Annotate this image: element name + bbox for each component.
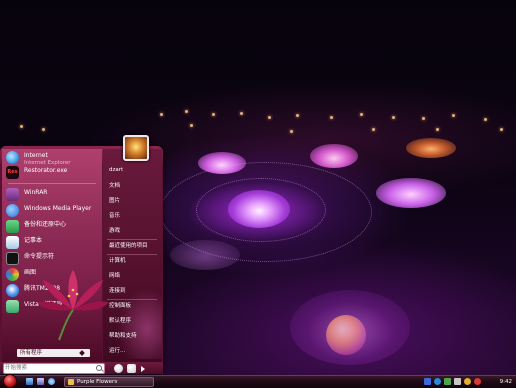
taskbar-window-title: Purple Flowers	[77, 379, 118, 385]
start-search-box[interactable]	[3, 363, 105, 374]
wallpaper-glow-dot	[42, 128, 45, 131]
taskbar-window-button[interactable]: Purple Flowers	[64, 377, 154, 387]
place-link-network[interactable]: 网络	[109, 270, 159, 282]
help-icon[interactable]	[434, 378, 441, 385]
all-programs-button[interactable]: 所有程序	[17, 349, 90, 357]
search-input[interactable]	[5, 364, 91, 373]
wallpaper-glow-dot	[392, 116, 395, 119]
wallpaper-glow-dot	[212, 113, 215, 116]
ie-quicklaunch-icon[interactable]	[48, 378, 55, 385]
wallpaper-glow-dot	[484, 118, 487, 121]
power-icon[interactable]	[114, 364, 123, 373]
program-item-winrar[interactable]: WinRAR	[4, 187, 100, 202]
taskbar: Purple Flowers 9:42	[0, 374, 516, 388]
security-icon[interactable]	[464, 378, 471, 385]
place-link-control-panel[interactable]: 控制面板	[109, 300, 159, 312]
wallpaper-glow-dot	[160, 113, 163, 116]
wallpaper-glow-dot	[452, 114, 455, 117]
shutdown-options-arrow-icon[interactable]	[141, 366, 145, 372]
notepad-icon	[6, 236, 19, 249]
place-link-documents[interactable]: 文档	[109, 180, 159, 192]
wallpaper-glow-dot	[20, 125, 23, 128]
wallpaper-glow-dot	[185, 110, 188, 113]
antivirus-icon[interactable]	[474, 378, 481, 385]
pinned-item-label: Internet	[24, 152, 48, 159]
wallpaper-glow-dot	[360, 113, 363, 116]
place-link-music[interactable]: 音乐	[109, 210, 159, 222]
all-programs-label: 所有程序	[20, 350, 43, 356]
start-menu-divider	[8, 183, 96, 184]
wallpaper-flower-bottom	[290, 290, 410, 365]
program-item-label: Windows Media Player	[24, 205, 92, 212]
place-link-connect[interactable]: 连接到	[109, 285, 159, 297]
system-tray: 9:42	[420, 376, 516, 388]
folder-icon	[68, 379, 74, 385]
volume-icon[interactable]	[454, 378, 461, 385]
restore-icon	[6, 300, 19, 313]
wallpaper-flower-orange	[406, 138, 456, 158]
user-picture[interactable]	[123, 135, 149, 161]
lock-icon[interactable]	[127, 364, 136, 373]
wallpaper-glow-dot	[268, 116, 271, 119]
wallpaper-glow-dot	[290, 130, 293, 133]
program-item-label: 记事本	[24, 237, 43, 244]
place-link-run[interactable]: 运行...	[109, 345, 159, 357]
program-item-cmd[interactable]: 命令提示符	[4, 251, 100, 266]
cmd-icon	[6, 252, 19, 265]
wallpaper-ring-outer	[160, 162, 372, 262]
search-icon[interactable]	[96, 365, 102, 371]
program-item-label: WinRAR	[24, 189, 48, 196]
clock[interactable]: 9:42	[500, 376, 512, 388]
arrow-icon	[79, 350, 85, 356]
winrar-icon	[6, 188, 19, 201]
program-item-label: 命令提示符	[24, 253, 55, 260]
wallpaper-glow-dot	[296, 114, 299, 117]
place-link-pictures[interactable]: 图片	[109, 195, 159, 207]
place-link-user[interactable]: dzart	[109, 164, 159, 176]
wallpaper-glow-dot	[240, 112, 243, 115]
switch-windows-icon[interactable]	[37, 378, 44, 385]
network-icon[interactable]	[444, 378, 451, 385]
wallpaper-glow-dot	[422, 117, 425, 120]
program-item-label: 备份和还原中心	[24, 221, 67, 228]
ie-icon	[6, 151, 19, 164]
place-link-help[interactable]: 帮助和支持	[109, 330, 159, 342]
place-link-computer[interactable]: 计算机	[109, 255, 159, 267]
tm-icon	[6, 284, 19, 297]
wallpaper-flower-right	[376, 178, 446, 208]
place-link-default-programs[interactable]: 默认程序	[109, 315, 159, 327]
program-item-notepad[interactable]: 记事本	[4, 235, 100, 250]
start-button[interactable]	[3, 374, 17, 388]
wallpaper-glow-dot	[436, 128, 439, 131]
lily-decoration	[38, 270, 108, 341]
language-icon[interactable]	[424, 378, 431, 385]
wallpaper-glow-dot	[500, 128, 503, 131]
pinned-item-restorator[interactable]: Res Restorator.exe	[4, 165, 100, 185]
wallpaper-flower-mid	[310, 144, 358, 168]
restorator-icon: Res	[6, 166, 19, 179]
wallpaper-glow-dot	[372, 128, 375, 131]
program-item-media-player[interactable]: Windows Media Player	[4, 203, 100, 218]
media-player-icon	[6, 204, 19, 217]
show-desktop-icon[interactable]	[26, 378, 33, 385]
backup-icon	[6, 220, 19, 233]
place-link-recent[interactable]: 最近使用的项目	[109, 240, 159, 252]
wallpaper-glow-dot	[190, 124, 193, 127]
pinned-item-label: Restorator.exe	[24, 167, 68, 174]
wallpaper-glow-dot	[330, 116, 333, 119]
program-item-backup[interactable]: 备份和还原中心	[4, 219, 100, 234]
program-item-label: 画图	[24, 269, 37, 276]
paint-icon	[6, 268, 19, 281]
place-link-games[interactable]: 游戏	[109, 225, 159, 237]
